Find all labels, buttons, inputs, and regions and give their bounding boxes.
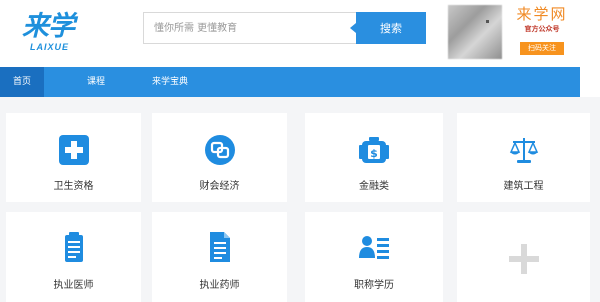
- qr-code-image: [448, 5, 502, 59]
- category-label: 执业药师: [199, 280, 240, 291]
- category-card-construction[interactable]: 建筑工程: [457, 113, 590, 202]
- scan-follow-badge[interactable]: 扫码关注: [520, 42, 564, 55]
- category-card-more[interactable]: [457, 212, 590, 302]
- money-bag-icon: $: [359, 137, 389, 163]
- category-card-finance[interactable]: $ 金融类: [305, 113, 443, 202]
- nav-item-guide[interactable]: 来学宝典: [143, 67, 197, 97]
- svg-text:$: $: [370, 147, 378, 160]
- coins-icon: [204, 135, 235, 165]
- category-label: 职称学历: [354, 280, 394, 291]
- wechat-account-label: 官方公众号: [524, 25, 560, 33]
- category-label: 金融类: [359, 181, 389, 192]
- wechat-follow-panel[interactable]: 来学网 官方公众号 扫码关注: [506, 4, 578, 56]
- category-card-physician[interactable]: 执业医师: [6, 212, 141, 302]
- logo-sub-text: LAIXUE: [30, 42, 70, 52]
- category-label: 财会经济: [199, 181, 240, 192]
- category-label: 执业医师: [53, 280, 94, 291]
- medical-cross-icon: [58, 135, 89, 165]
- category-card-finance-economy[interactable]: 财会经济: [152, 113, 287, 202]
- add-icon: [508, 244, 539, 274]
- scales-icon: [509, 138, 538, 163]
- nav-item-courses[interactable]: 课程: [76, 67, 116, 97]
- category-card-pharmacist[interactable]: 执业药师: [152, 212, 287, 302]
- search-input[interactable]: [144, 13, 358, 43]
- clipboard-icon: [64, 232, 83, 262]
- search-box: 搜索: [143, 12, 426, 44]
- qr-code-marker: [486, 20, 489, 23]
- wechat-brand-text: 来学网: [516, 5, 568, 23]
- document-icon: [209, 232, 230, 262]
- category-label: 卫生资格: [53, 181, 94, 192]
- search-button[interactable]: 搜索: [350, 12, 426, 44]
- nav-item-home[interactable]: 首页: [0, 67, 44, 97]
- main-nav: 首页 课程 来学宝典: [0, 67, 580, 97]
- category-card-health[interactable]: 卫生资格: [6, 113, 141, 202]
- id-card-icon: [359, 236, 389, 259]
- logo-main-text: 来学: [22, 11, 75, 42]
- site-logo[interactable]: 来学 LAIXUE: [22, 12, 100, 56]
- category-card-title-education[interactable]: 职称学历: [305, 212, 443, 302]
- category-label: 建筑工程: [503, 181, 544, 192]
